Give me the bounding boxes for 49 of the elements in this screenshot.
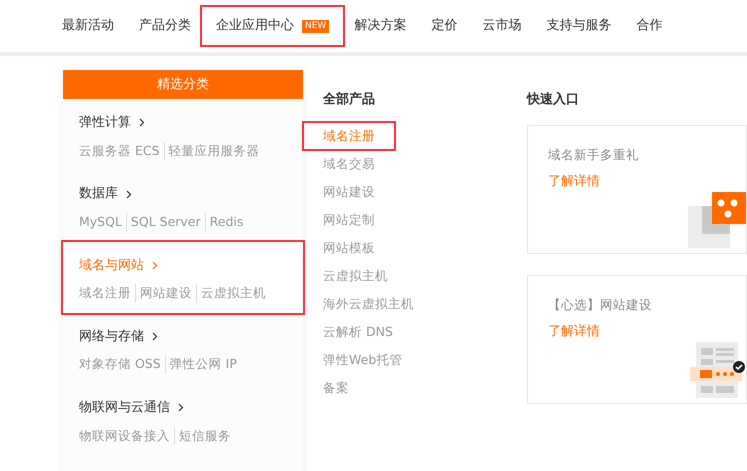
category-group[interactable]: 弹性计算 云服务器 ECS 轻量应用服务器 <box>63 99 303 170</box>
category-title[interactable]: 数据库 <box>79 184 287 204</box>
details-link[interactable]: 了解详情 <box>548 172 600 192</box>
product-link[interactable]: 海外云虚拟主机 <box>304 290 433 316</box>
promo-card[interactable]: 【心选】网站建设 了解详情 <box>527 274 747 404</box>
category-group[interactable]: 网络与存储 对象存储 OSS 弹性公网 IP <box>63 312 303 384</box>
promo-card[interactable]: 域名新手多重礼 了解详情 <box>527 124 747 254</box>
product-link[interactable]: 云虚拟主机 <box>304 262 407 288</box>
chevron-right-icon <box>126 190 132 198</box>
new-badge: NEW <box>302 20 330 32</box>
category-link[interactable]: 对象存储 OSS <box>79 355 161 374</box>
category-group[interactable]: 物联网与云通信 物联网设备接入 短信服务 <box>63 384 303 456</box>
card-title: 【心选】网站建设 <box>548 296 653 314</box>
nav-item[interactable]: 产品分类 <box>125 7 205 45</box>
card-title: 域名新手多重礼 <box>548 146 640 164</box>
category-link[interactable]: Redis <box>204 212 244 232</box>
product-link[interactable]: 网站定制 <box>304 206 394 232</box>
category-link[interactable]: 物联网设备接入 <box>79 426 170 446</box>
chevron-right-icon <box>139 118 145 128</box>
category-title[interactable]: 弹性计算 <box>79 113 287 132</box>
product-link[interactable]: 域名交易 <box>304 150 394 176</box>
category-link[interactable]: MySQL <box>79 212 122 232</box>
category-link[interactable]: 云虚拟主机 <box>196 284 266 303</box>
product-link[interactable]: 备案 <box>304 374 368 400</box>
category-link[interactable]: 弹性公网 IP <box>164 355 237 374</box>
details-link[interactable]: 了解详情 <box>548 322 600 342</box>
category-group[interactable]: 域名与网站 域名注册 网站建设 云虚拟主机 <box>63 242 303 313</box>
chevron-right-icon <box>178 403 184 412</box>
product-link[interactable]: 域名注册 <box>304 122 394 148</box>
category-header: 精选分类 <box>63 70 303 99</box>
nav-item[interactable]: 最新活动 <box>48 7 128 45</box>
chevron-right-icon <box>152 260 158 270</box>
category-title[interactable]: 域名与网站 <box>79 256 287 275</box>
category-link[interactable]: 短信服务 <box>174 426 231 446</box>
product-link[interactable]: 网站建设 <box>304 178 394 204</box>
column-title: 快速入口 <box>527 90 580 109</box>
column-title: 全部产品 <box>323 90 376 109</box>
chevron-right-icon <box>152 332 158 341</box>
category-group[interactable]: 数据库 MySQL SQL Server Redis <box>63 170 303 242</box>
product-link[interactable]: 网站模板 <box>304 234 394 260</box>
category-link[interactable]: SQL Server <box>126 212 201 232</box>
category-link[interactable]: 域名注册 <box>79 284 131 303</box>
product-link[interactable]: 弹性Web托管 <box>304 346 422 372</box>
category-link[interactable]: 网站建设 <box>135 284 192 303</box>
category-link[interactable]: 轻量应用服务器 <box>164 142 260 160</box>
category-title[interactable]: 网络与存储 <box>79 326 287 346</box>
category-title[interactable]: 物联网与云通信 <box>79 398 287 418</box>
product-link[interactable]: 云解析 DNS <box>304 318 412 344</box>
category-link[interactable]: 云服务器 ECS <box>79 142 160 160</box>
